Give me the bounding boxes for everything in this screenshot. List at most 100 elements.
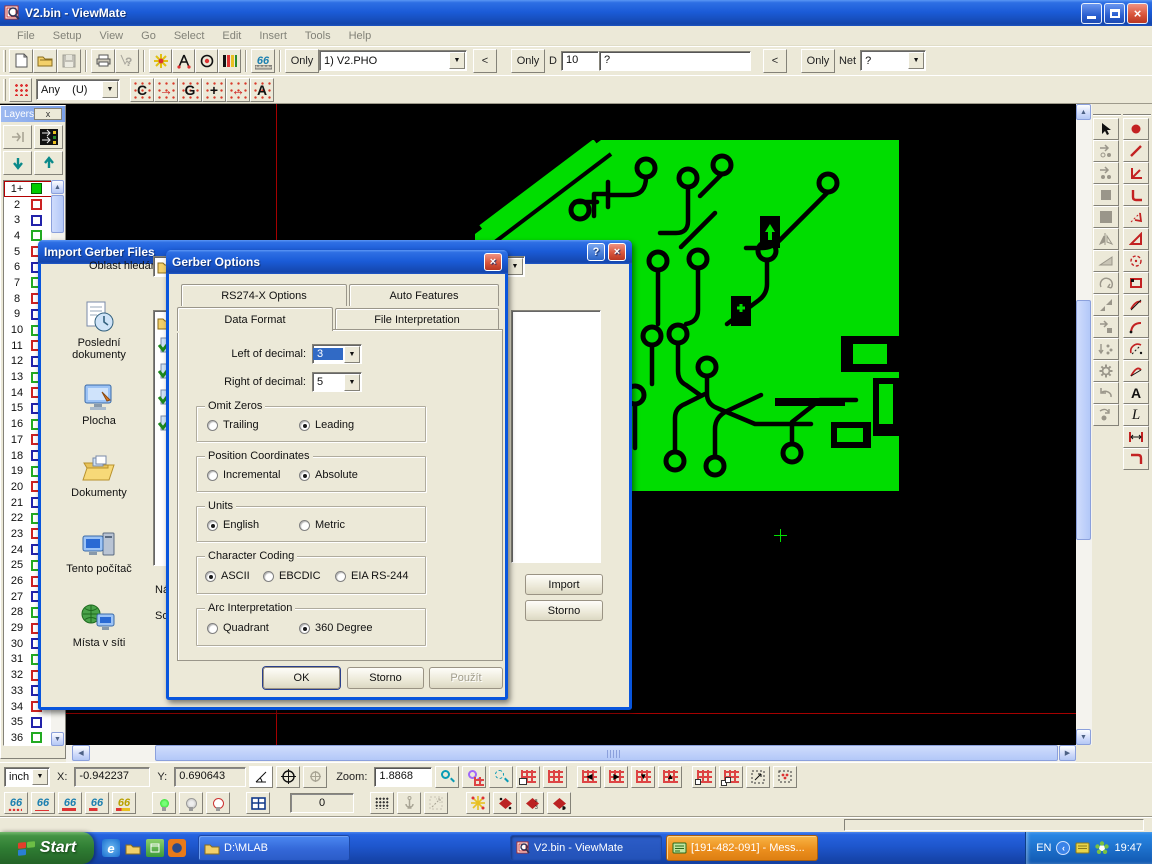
move-item-icon[interactable] [1093, 140, 1119, 162]
filled-rect2-icon[interactable] [1093, 206, 1119, 228]
draw-line-icon[interactable] [1123, 140, 1149, 162]
draw-corner-icon[interactable] [1123, 448, 1149, 470]
draw-arc1-icon[interactable] [1123, 294, 1149, 316]
tab-data-format[interactable]: Data Format [177, 307, 333, 331]
chevron-down-icon[interactable]: ▼ [449, 52, 465, 69]
green-book-icon[interactable] [146, 839, 164, 857]
pad-mode-button[interactable] [493, 792, 517, 814]
snap-grid-button[interactable] [370, 792, 394, 814]
layer-up-icon[interactable] [34, 151, 63, 175]
scroll-down-icon[interactable]: ▼ [1076, 729, 1091, 745]
horizontal-scrollbar[interactable]: ◀ ▶ [66, 745, 1076, 762]
scale-icon[interactable] [1093, 294, 1119, 316]
cancel-button[interactable]: Storno [525, 600, 603, 621]
dialog-title-bar[interactable]: Gerber Options × [166, 250, 508, 274]
measure-edge-button[interactable]: 66 [85, 792, 109, 814]
unit-select[interactable]: inch ▼ [4, 767, 50, 787]
chevron-down-icon[interactable]: ▼ [344, 346, 360, 363]
draw-polyline-icon[interactable] [1123, 162, 1149, 184]
only-layer-button[interactable]: Only [285, 49, 319, 73]
aperture-swap-button[interactable]: ↔ [226, 78, 250, 102]
chevron-down-icon[interactable]: ▼ [908, 52, 924, 69]
menu-item-setup[interactable]: Setup [44, 28, 91, 44]
menu-item-go[interactable]: Go [132, 28, 165, 44]
apply-button[interactable]: Použít [429, 667, 503, 689]
firefox-icon[interactable] [168, 839, 186, 857]
probe-button[interactable] [303, 766, 327, 788]
grid-add-button[interactable] [692, 766, 716, 788]
taskbar-task-viewmate[interactable]: V2.bin - ViewMate [510, 835, 662, 861]
menu-item-edit[interactable]: Edit [213, 28, 250, 44]
layers-title-bar[interactable]: Layers x [1, 106, 65, 122]
menu-item-insert[interactable]: Insert [250, 28, 296, 44]
layers-close-icon[interactable]: x [34, 108, 62, 120]
rotate-icon[interactable] [1093, 272, 1119, 294]
origin-button[interactable] [276, 766, 300, 788]
scrollbar-thumb[interactable] [1076, 300, 1091, 540]
aperture-move-button[interactable]: → [154, 78, 178, 102]
measure-button[interactable]: 66 [251, 49, 275, 73]
right-of-decimal-select[interactable]: 5 ▼ [312, 372, 362, 392]
dialog-close-button[interactable]: × [608, 243, 626, 261]
dcode-input[interactable]: 10 [561, 51, 599, 71]
pad-select-button[interactable] [195, 49, 218, 73]
draw-triangle-icon[interactable] [1123, 228, 1149, 250]
transform-icon[interactable] [1093, 404, 1119, 426]
stretch-button[interactable] [746, 766, 770, 788]
radio-eia-rs244[interactable] [335, 571, 346, 582]
menu-item-tools[interactable]: Tools [296, 28, 340, 44]
grid-toggle-button[interactable] [543, 766, 567, 788]
layer-order-icon[interactable] [34, 125, 63, 149]
redraw-button[interactable] [516, 766, 540, 788]
skew-icon[interactable] [1093, 250, 1119, 272]
dialog-close-button[interactable]: × [484, 253, 502, 271]
menu-item-select[interactable]: Select [165, 28, 214, 44]
draw-arc2-icon[interactable] [1123, 316, 1149, 338]
zoom-grid-button[interactable] [462, 766, 486, 788]
measure-angle-button[interactable]: 66 [112, 792, 136, 814]
aperture-cross-button[interactable]: + [202, 78, 226, 102]
radio-leading[interactable] [299, 420, 310, 431]
title-bar[interactable]: V2.bin - ViewMate × [0, 0, 1152, 26]
radio-360-degree[interactable] [299, 623, 310, 634]
film-colors-button[interactable] [218, 49, 241, 73]
prev-dcode-button[interactable]: < [763, 49, 787, 73]
taskbar-task-mlab[interactable]: D:\MLAB [198, 835, 350, 861]
anchor-button[interactable] [397, 792, 421, 814]
place-recent-documents[interactable]: Poslední dokumenty [51, 300, 147, 361]
dimension-icon[interactable] [1123, 426, 1149, 448]
taskbar-task-message[interactable]: [191-482-091] - Mess... [666, 835, 818, 861]
maximize-button[interactable] [1104, 3, 1125, 24]
move-to-layer-icon[interactable] [1093, 316, 1119, 338]
grid-copy-button[interactable] [719, 766, 743, 788]
radio-ebcdic[interactable] [263, 571, 274, 582]
highlight-off-button[interactable] [179, 792, 203, 814]
chevron-down-icon[interactable]: ▼ [102, 81, 118, 98]
zoom-window-button[interactable] [489, 766, 513, 788]
highlight-net-button[interactable] [206, 792, 230, 814]
draw-arc4-icon[interactable] [1123, 360, 1149, 382]
place-my-computer[interactable]: Tento počítač [51, 530, 147, 575]
language-indicator[interactable]: EN [1036, 842, 1051, 854]
hide-icons-chevron[interactable]: ‹ [1056, 841, 1070, 855]
draw-arc3-icon[interactable] [1123, 338, 1149, 360]
place-documents[interactable]: Dokumenty [51, 454, 147, 499]
undo-icon[interactable] [1093, 382, 1119, 404]
draw-rect-icon[interactable] [1123, 272, 1149, 294]
tile-windows-button[interactable] [246, 792, 270, 814]
scroll-down-icon[interactable]: ▼ [51, 732, 64, 746]
select-region-button[interactable] [773, 766, 797, 788]
only-dcode-button[interactable]: Only [511, 49, 545, 73]
step-repeat-icon[interactable] [1093, 338, 1119, 360]
flash-aperture-button[interactable] [149, 49, 172, 73]
ok-button[interactable]: OK [263, 667, 340, 689]
minimize-button[interactable] [1081, 3, 1102, 24]
chevron-down-icon[interactable]: ▼ [507, 258, 523, 275]
dialog-help-button[interactable]: ? [587, 243, 605, 261]
dcode-query-input[interactable]: ? [599, 51, 751, 71]
scroll-up-icon[interactable]: ▲ [51, 180, 64, 194]
settings-gear-icon[interactable] [1093, 360, 1119, 382]
pan-right-button[interactable]: ▶ [604, 766, 628, 788]
scrollbar-thumb[interactable] [51, 195, 64, 233]
radio-absolute[interactable] [299, 470, 310, 481]
